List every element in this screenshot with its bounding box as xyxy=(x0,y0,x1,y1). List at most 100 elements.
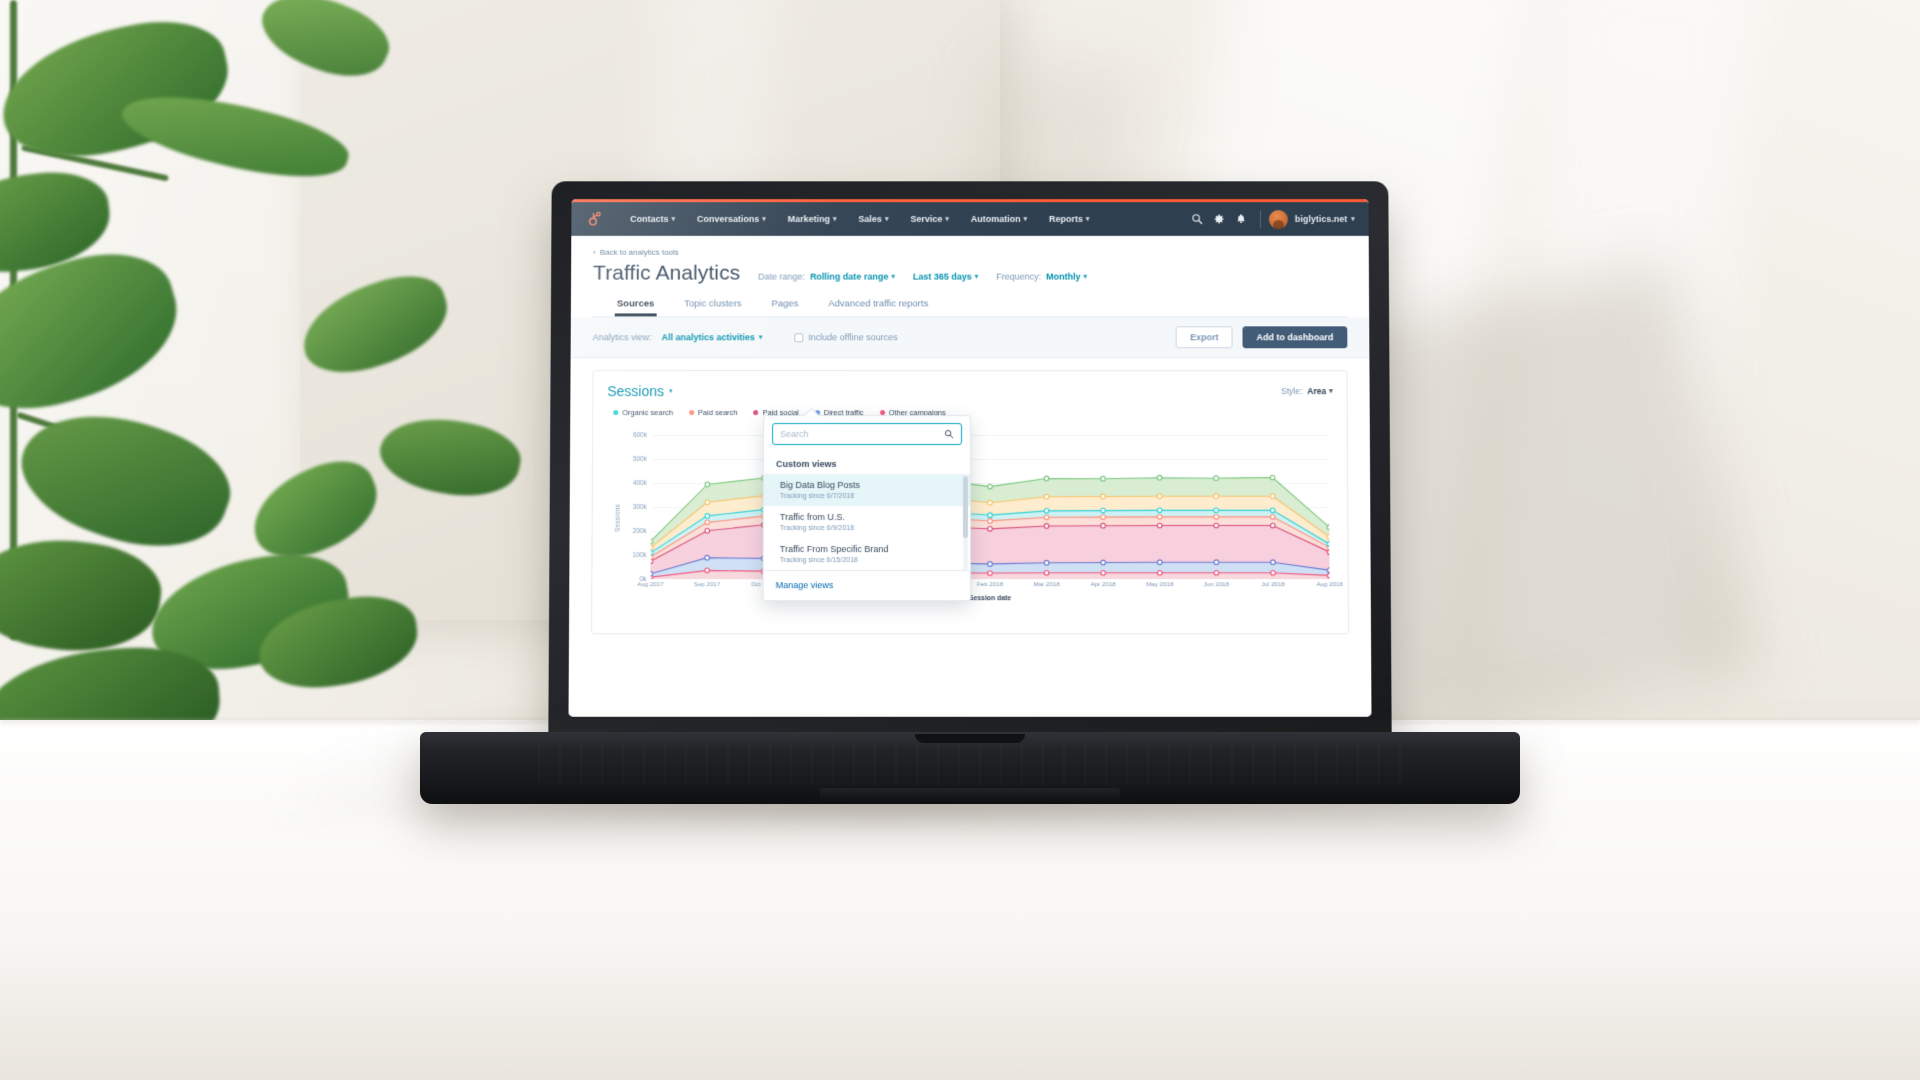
date-range-value[interactable]: Rolling date range ▾ xyxy=(810,272,895,282)
nav-item-sales[interactable]: Sales ▾ xyxy=(848,214,900,224)
search-icon[interactable] xyxy=(1186,208,1208,230)
legend-item[interactable]: Organic search xyxy=(613,408,673,417)
data-point[interactable] xyxy=(986,499,993,506)
data-point[interactable] xyxy=(1042,507,1049,514)
data-point[interactable] xyxy=(1155,513,1162,520)
data-point[interactable] xyxy=(1101,560,1106,565)
data-point[interactable] xyxy=(1269,493,1275,499)
data-point[interactable] xyxy=(650,572,652,577)
nav-item-contacts[interactable]: Contacts ▾ xyxy=(619,214,686,224)
nav-item-conversations[interactable]: Conversations ▾ xyxy=(686,214,777,224)
data-point[interactable] xyxy=(986,511,993,518)
data-point[interactable] xyxy=(1271,571,1276,576)
data-point[interactable] xyxy=(1268,507,1275,513)
data-point[interactable] xyxy=(1099,513,1106,520)
data-point[interactable] xyxy=(1212,507,1219,513)
data-point[interactable] xyxy=(1099,475,1106,482)
nav-divider xyxy=(1259,210,1261,228)
data-point[interactable] xyxy=(1214,515,1219,520)
data-point[interactable] xyxy=(1099,507,1106,514)
metric-dropdown[interactable]: Sessions ▾ xyxy=(607,383,672,399)
data-point[interactable] xyxy=(1158,571,1163,576)
data-point[interactable] xyxy=(1214,571,1219,576)
data-point[interactable] xyxy=(1044,571,1049,576)
data-point[interactable] xyxy=(986,483,993,490)
data-point[interactable] xyxy=(986,517,993,524)
data-point[interactable] xyxy=(1212,493,1219,499)
tab-advanced-traffic-reports[interactable]: Advanced traffic reports xyxy=(826,295,930,317)
data-point[interactable] xyxy=(1043,475,1050,482)
data-point[interactable] xyxy=(1044,560,1049,565)
data-point[interactable] xyxy=(703,519,710,525)
data-point[interactable] xyxy=(705,568,710,573)
chevron-down-icon: ▾ xyxy=(974,273,979,281)
data-point[interactable] xyxy=(1271,560,1276,565)
data-point[interactable] xyxy=(1157,560,1162,565)
data-point[interactable] xyxy=(1157,523,1162,528)
bell-icon[interactable] xyxy=(1230,208,1252,230)
nav-item-marketing[interactable]: Marketing ▾ xyxy=(777,214,848,224)
data-point[interactable] xyxy=(1042,514,1049,520)
scrollbar-thumb[interactable] xyxy=(962,475,968,539)
data-point[interactable] xyxy=(1044,524,1049,529)
y-axis-tick-label: 300k xyxy=(632,503,647,511)
nav-item-reports[interactable]: Reports ▾ xyxy=(1038,214,1100,224)
data-point[interactable] xyxy=(988,527,993,532)
data-point[interactable] xyxy=(704,499,710,505)
data-point[interactable] xyxy=(988,571,993,576)
list-item[interactable]: Traffic From Specific Brand Tracking sin… xyxy=(764,538,970,570)
nav-item-automation[interactable]: Automation ▾ xyxy=(960,214,1038,224)
data-point[interactable] xyxy=(703,527,710,534)
frequency-value[interactable]: Monthly ▾ xyxy=(1046,272,1087,282)
include-offline-sources-checkbox[interactable]: Include offline sources xyxy=(794,332,898,342)
data-point[interactable] xyxy=(1214,560,1219,565)
style-value-dropdown[interactable]: Area ▾ xyxy=(1307,386,1332,396)
data-point[interactable] xyxy=(1099,493,1106,500)
data-point[interactable] xyxy=(1270,523,1275,528)
nav-item-service[interactable]: Service ▾ xyxy=(899,214,959,224)
data-point[interactable] xyxy=(703,512,710,519)
data-point[interactable] xyxy=(1212,475,1219,481)
data-point[interactable] xyxy=(1270,515,1275,520)
back-to-analytics-tools-link[interactable]: ‹ Back to analytics tools xyxy=(593,248,679,257)
data-point[interactable] xyxy=(704,481,711,488)
gear-icon[interactable] xyxy=(1208,208,1230,230)
range-value[interactable]: Last 365 days ▾ xyxy=(913,272,978,282)
data-point[interactable] xyxy=(1327,525,1330,530)
data-point[interactable] xyxy=(1327,573,1330,578)
data-point[interactable] xyxy=(988,562,993,567)
search-input[interactable] xyxy=(780,429,945,440)
manage-views-link[interactable]: Manage views xyxy=(776,581,834,591)
add-to-dashboard-button[interactable]: Add to dashboard xyxy=(1242,326,1348,349)
hubspot-sprocket-icon[interactable] xyxy=(585,210,603,228)
data-point[interactable] xyxy=(1155,507,1162,513)
data-point[interactable] xyxy=(1156,493,1162,499)
data-point[interactable] xyxy=(1101,523,1106,528)
tab-pages[interactable]: Pages xyxy=(769,295,800,317)
avatar[interactable] xyxy=(1268,209,1288,229)
tab-topic-clusters[interactable]: Topic clusters xyxy=(682,295,744,317)
analytics-view-dropdown[interactable]: All analytics activities ▾ xyxy=(662,332,763,342)
tab-sources[interactable]: Sources xyxy=(615,295,657,317)
chevron-left-icon: ‹ xyxy=(593,247,596,257)
legend-item[interactable]: Paid search xyxy=(689,408,738,417)
data-point[interactable] xyxy=(1043,493,1049,500)
data-point[interactable] xyxy=(650,537,653,544)
data-point[interactable] xyxy=(1214,523,1219,528)
search-icon[interactable] xyxy=(944,429,954,439)
data-point[interactable] xyxy=(650,544,653,550)
account-menu[interactable]: biglytics.net ▾ xyxy=(1295,214,1355,224)
data-point[interactable] xyxy=(1327,534,1330,539)
data-point[interactable] xyxy=(1156,474,1163,481)
data-point[interactable] xyxy=(650,549,653,556)
data-point[interactable] xyxy=(1269,474,1276,481)
data-point[interactable] xyxy=(705,555,710,560)
data-point[interactable] xyxy=(1327,542,1330,547)
list-item[interactable]: Traffic from U.S. Tracking since 6/9/201… xyxy=(764,506,970,538)
export-button[interactable]: Export xyxy=(1176,326,1233,349)
search-box[interactable] xyxy=(772,423,963,446)
data-point[interactable] xyxy=(1327,568,1330,573)
data-point[interactable] xyxy=(1327,550,1330,555)
list-item[interactable]: Big Data Blog Posts Tracking since 6/7/2… xyxy=(763,473,970,507)
data-point[interactable] xyxy=(1101,571,1106,576)
